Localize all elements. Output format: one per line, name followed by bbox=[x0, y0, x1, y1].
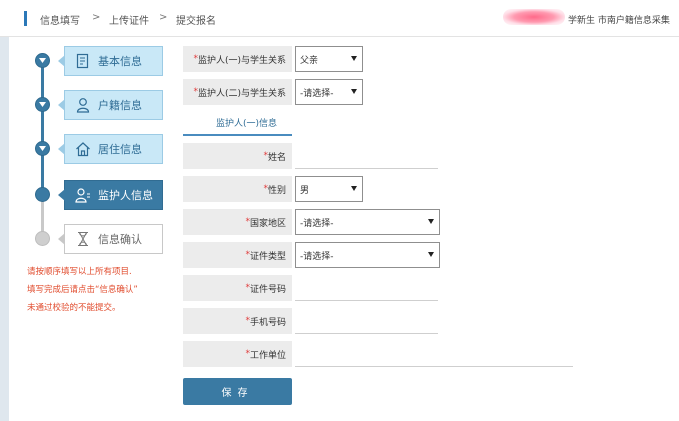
breadcrumb-marker bbox=[24, 11, 27, 26]
note-line-2: 填写完成后请点击“信息确认” bbox=[27, 285, 138, 295]
breadcrumb-item-fill-info[interactable]: 信息填写 bbox=[40, 12, 80, 27]
step-label: 基本信息 bbox=[98, 55, 142, 68]
chevron-down-icon bbox=[351, 89, 357, 94]
step-node-1 bbox=[35, 53, 50, 68]
header-user-text: 学新生 市南户籍信息采集 bbox=[568, 16, 670, 26]
id-type-select[interactable]: -请选择- bbox=[295, 242, 440, 268]
guardian-icon bbox=[74, 186, 92, 204]
left-edge-strip bbox=[0, 0, 9, 421]
home-icon bbox=[74, 140, 92, 158]
chevron-down-icon bbox=[39, 102, 46, 107]
breadcrumb-item-upload[interactable]: 上传证件 bbox=[109, 12, 149, 27]
chevron-down-icon bbox=[351, 56, 357, 61]
breadcrumb-item-submit[interactable]: 提交报名 bbox=[176, 12, 216, 27]
note-line-1: 请按顺序填写以上所有项目. bbox=[27, 267, 132, 277]
country-select[interactable]: -请选择- bbox=[295, 209, 440, 235]
chevron-down-icon bbox=[428, 252, 434, 257]
tab-guardian1-info[interactable]: 监护人(一)信息 bbox=[216, 116, 277, 129]
gender-label: * 性别 bbox=[183, 176, 292, 202]
guardian2-relation-select[interactable]: -请选择- bbox=[295, 79, 363, 105]
id-number-input[interactable] bbox=[295, 275, 438, 301]
step-node-5 bbox=[35, 231, 50, 246]
step-node-3 bbox=[35, 141, 50, 156]
step-residence-info[interactable]: 居住信息 bbox=[58, 134, 163, 164]
chevron-down-icon bbox=[428, 219, 434, 224]
chevron-down-icon bbox=[351, 186, 357, 191]
guardian1-relation-select[interactable]: 父亲 bbox=[295, 46, 363, 72]
step-node-4 bbox=[35, 187, 50, 202]
form-icon bbox=[74, 52, 92, 70]
step-basic-info[interactable]: 基本信息 bbox=[58, 46, 163, 76]
id-number-label: * 证件号码 bbox=[183, 275, 292, 301]
guardian1-relation-label: * 监护人(一)与学生关系 bbox=[183, 46, 292, 72]
name-label: * 姓名 bbox=[183, 143, 292, 169]
country-label: * 国家地区 bbox=[183, 209, 292, 235]
phone-input[interactable] bbox=[295, 308, 438, 334]
step-node-2 bbox=[35, 97, 50, 112]
step-confirm-info[interactable]: 信息确认 bbox=[58, 224, 163, 254]
step-guardian-info[interactable]: 监护人信息 bbox=[58, 180, 163, 210]
phone-label: * 手机号码 bbox=[183, 308, 292, 334]
workplace-label: * 工作单位 bbox=[183, 341, 292, 367]
step-label: 监护人信息 bbox=[98, 189, 153, 202]
workplace-input[interactable] bbox=[295, 341, 573, 367]
redacted-blur bbox=[503, 9, 565, 25]
note-line-3: 未通过校验的不能提交。 bbox=[27, 303, 121, 313]
save-button[interactable]: 保存 bbox=[183, 378, 292, 405]
chevron-down-icon bbox=[39, 146, 46, 151]
tab-underline bbox=[183, 134, 292, 136]
step-rail-progress bbox=[41, 55, 44, 196]
guardian2-relation-label: * 监护人(二)与学生关系 bbox=[183, 79, 292, 105]
step-household-info[interactable]: 户籍信息 bbox=[58, 90, 163, 120]
breadcrumb-separator: > bbox=[92, 12, 101, 23]
hourglass-icon bbox=[74, 230, 92, 248]
breadcrumb-separator: > bbox=[159, 12, 168, 23]
gender-select[interactable]: 男 bbox=[295, 176, 363, 202]
chevron-down-icon bbox=[39, 58, 46, 63]
step-label: 居住信息 bbox=[98, 143, 142, 156]
name-input[interactable] bbox=[295, 143, 438, 169]
step-label: 户籍信息 bbox=[98, 99, 142, 112]
id-type-label: * 证件类型 bbox=[183, 242, 292, 268]
step-label: 信息确认 bbox=[98, 233, 142, 246]
person-icon bbox=[74, 96, 92, 114]
